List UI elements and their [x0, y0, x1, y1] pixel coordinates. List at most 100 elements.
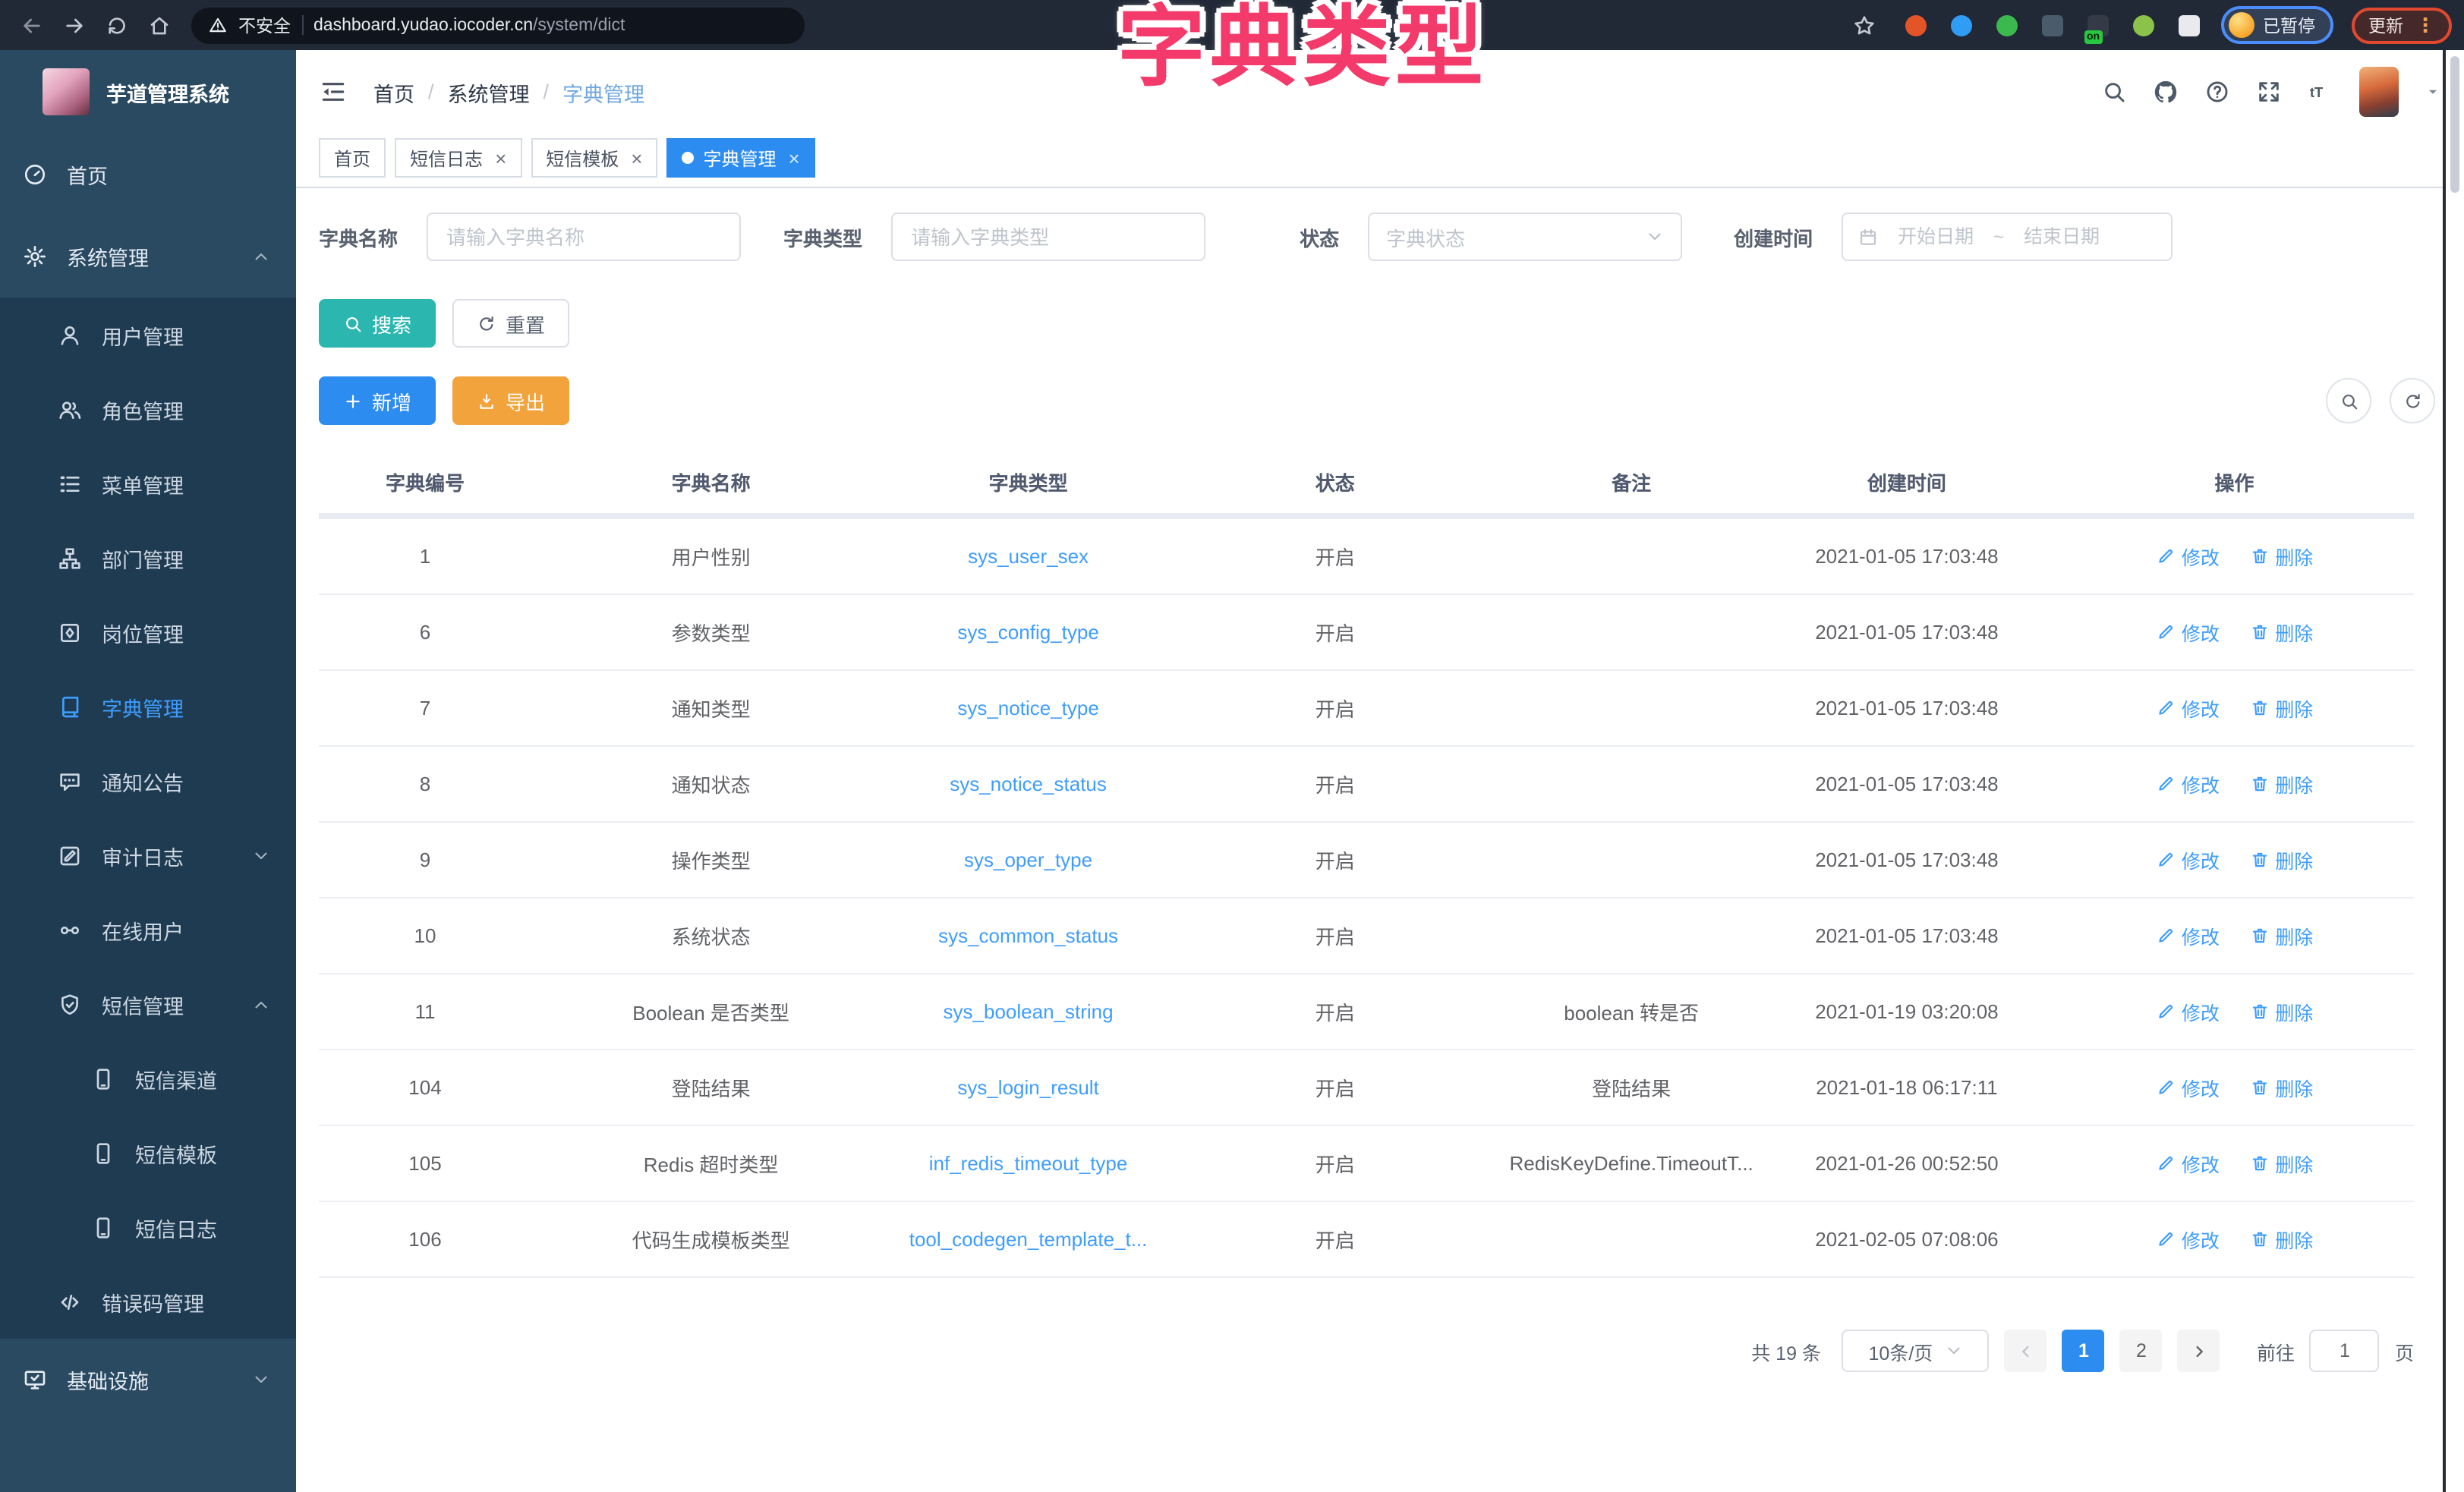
font-size-icon[interactable] [2308, 79, 2333, 105]
delete-link[interactable]: 删除 [2249, 1149, 2313, 1178]
home-icon[interactable] [140, 5, 179, 45]
delete-link[interactable]: 删除 [2249, 694, 2313, 722]
breadcrumb-item[interactable]: 系统管理 [448, 77, 530, 107]
sidebar-item[interactable]: 字典管理 [0, 669, 296, 744]
sidebar-item[interactable]: 通知公告 [0, 744, 296, 818]
start-date-input[interactable] [1887, 226, 1984, 247]
hamburger-icon[interactable] [319, 77, 348, 106]
edit-link[interactable]: 修改 [2156, 1149, 2220, 1178]
delete-link[interactable]: 删除 [2249, 770, 2313, 798]
back-icon[interactable] [12, 5, 52, 45]
sidebar-logo-row[interactable]: 芋道管理系统 [0, 50, 296, 134]
scrollbar[interactable] [2443, 50, 2464, 1492]
sidebar-item[interactable]: 短信渠道 [0, 1041, 296, 1116]
to-search-button[interactable] [2326, 378, 2371, 423]
add-button[interactable]: 新增 [319, 376, 436, 425]
edit-link[interactable]: 修改 [2156, 845, 2220, 874]
create-time-range-picker[interactable]: ~ [1842, 212, 2173, 261]
green-circle-icon[interactable] [1996, 14, 2017, 36]
edit-link[interactable]: 修改 [2156, 618, 2220, 647]
sidebar-item[interactable]: 短信日志 [0, 1190, 296, 1264]
page-tab[interactable]: 短信模板 × [531, 138, 657, 178]
github-icon[interactable] [2153, 79, 2179, 105]
edit-link[interactable]: 修改 [2156, 770, 2220, 798]
scrollbar-thumb[interactable] [2450, 56, 2459, 193]
bookmark-star-icon[interactable] [1844, 5, 1883, 45]
sidebar-item[interactable]: 系统管理 [0, 216, 296, 297]
delete-link[interactable]: 删除 [2249, 921, 2313, 950]
end-date-input[interactable] [2013, 226, 2110, 247]
sidebar-item[interactable]: 部门管理 [0, 521, 296, 595]
edit-link[interactable]: 修改 [2156, 997, 2220, 1026]
dict-type-link[interactable]: sys_oper_type [890, 822, 1166, 898]
dict-type-link[interactable]: tool_codegen_template_t... [890, 1201, 1166, 1277]
dark-bars-icon[interactable]: on [2087, 14, 2108, 36]
puzzle-icon[interactable] [2178, 14, 2199, 36]
delete-link[interactable]: 删除 [2249, 845, 2313, 874]
page-tab[interactable]: 首页 [319, 138, 386, 178]
caret-down-icon[interactable] [2425, 83, 2441, 100]
close-tab-icon[interactable]: × [789, 146, 800, 169]
dict-type-link[interactable]: inf_redis_timeout_type [890, 1125, 1166, 1201]
close-tab-icon[interactable]: × [631, 146, 642, 169]
sidebar-item[interactable]: 岗位管理 [0, 595, 296, 669]
dict-type-link[interactable]: sys_config_type [890, 594, 1166, 670]
edit-link[interactable]: 修改 [2156, 694, 2220, 722]
dict-type-link[interactable]: sys_notice_type [890, 670, 1166, 746]
forward-icon[interactable] [55, 5, 94, 45]
reset-button[interactable]: 重置 [452, 299, 569, 348]
goto-page-input[interactable] [2310, 1330, 2380, 1372]
edit-link[interactable]: 修改 [2156, 1073, 2220, 1102]
adblock-icon[interactable] [1905, 14, 1926, 36]
dict-type-link[interactable]: sys_notice_status [890, 746, 1166, 822]
sidebar-item[interactable]: 用户管理 [0, 297, 296, 372]
export-button[interactable]: 导出 [452, 376, 569, 425]
refresh-table-button[interactable] [2390, 378, 2435, 423]
dict-type-input[interactable] [891, 212, 1205, 261]
dict-status-select[interactable]: 字典状态 [1368, 212, 1682, 261]
page-tab[interactable]: 字典管理 × [666, 138, 815, 178]
user-avatar[interactable] [2359, 67, 2399, 117]
dict-type-link[interactable]: sys_boolean_string [890, 974, 1166, 1050]
dict-type-link[interactable]: sys_common_status [890, 898, 1166, 974]
sidebar-item[interactable]: 角色管理 [0, 372, 296, 446]
sidebar-item[interactable]: 审计日志 [0, 818, 296, 892]
page-tab[interactable]: 短信日志 × [395, 138, 521, 178]
page-number-button[interactable]: 2 [2120, 1330, 2163, 1372]
edit-link[interactable]: 修改 [2156, 921, 2220, 950]
blue-gem-icon[interactable] [1950, 14, 1971, 36]
breadcrumb-item[interactable]: 字典管理 [562, 77, 644, 107]
breadcrumb-item[interactable]: / [544, 80, 550, 103]
page-number-button[interactable]: 1 [2062, 1330, 2105, 1372]
search-icon[interactable] [2101, 79, 2127, 105]
dict-type-link[interactable]: sys_user_sex [890, 516, 1166, 594]
prev-page-button[interactable] [2005, 1330, 2047, 1372]
edit-link[interactable]: 修改 [2156, 542, 2220, 571]
delete-link[interactable]: 删除 [2249, 997, 2313, 1026]
sidebar-item[interactable]: 首页 [0, 134, 296, 216]
sidebar-item[interactable]: 短信模板 [0, 1116, 296, 1190]
kebab-menu-icon[interactable]: ⋮ [2415, 15, 2435, 35]
dict-name-input[interactable] [427, 212, 741, 261]
dict-type-link[interactable]: sys_login_result [890, 1050, 1166, 1125]
address-bar[interactable]: 不安全 dashboard.yudao.iocoder.cn/system/di… [191, 7, 805, 43]
search-button[interactable]: 搜索 [319, 299, 436, 348]
page-size-select[interactable]: 10条/页 [1842, 1330, 1990, 1372]
delete-link[interactable]: 删除 [2249, 542, 2313, 571]
green-bot-icon[interactable] [2132, 14, 2154, 36]
edit-link[interactable]: 修改 [2156, 1225, 2220, 1254]
close-tab-icon[interactable]: × [495, 146, 506, 169]
sidebar-item[interactable]: 菜单管理 [0, 446, 296, 521]
next-page-button[interactable] [2178, 1330, 2220, 1372]
delete-link[interactable]: 删除 [2249, 1225, 2313, 1254]
delete-link[interactable]: 删除 [2249, 618, 2313, 647]
help-icon[interactable] [2204, 79, 2230, 105]
sidebar-item[interactable]: 错误码管理 [0, 1264, 296, 1339]
gray-ext-icon[interactable] [2041, 14, 2062, 36]
breadcrumb-item[interactable]: / [428, 80, 434, 103]
update-button[interactable]: 更新 [2368, 13, 2403, 37]
reload-icon[interactable] [97, 5, 137, 45]
paused-extension-chip[interactable]: 已暂停 [2220, 6, 2333, 44]
chrome-update-area[interactable]: 更新 ⋮ [2352, 7, 2452, 43]
sidebar-item[interactable]: 在线用户 [0, 892, 296, 967]
